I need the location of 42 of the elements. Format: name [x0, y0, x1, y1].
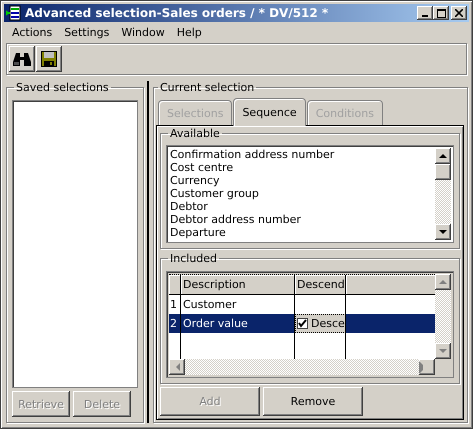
column-header[interactable]: Description [181, 275, 295, 295]
down-arrow-icon [439, 349, 447, 353]
list-item[interactable]: Debtor address number [170, 213, 435, 226]
group-title: Saved selections [15, 81, 110, 94]
saved-selections-list[interactable] [12, 100, 138, 388]
up-arrow-icon [439, 280, 447, 284]
search-button[interactable] [9, 46, 35, 72]
column-header[interactable]: Descend [295, 275, 346, 295]
checkbox-label: Desce [311, 317, 345, 330]
scroll-thumb[interactable] [435, 164, 451, 180]
save-button[interactable] [36, 46, 62, 72]
list-item[interactable]: Departure [170, 226, 435, 239]
group-title: Included [169, 252, 218, 265]
row-number: 2 [169, 314, 181, 333]
window-title: Advanced selection-Sales orders / * DV/512 * [25, 6, 330, 20]
list-item[interactable]: Debtor [170, 200, 435, 213]
close-icon [455, 9, 463, 17]
horizontal-scrollbar[interactable] [169, 359, 435, 375]
app-icon [6, 5, 22, 21]
checkbox[interactable] [297, 318, 308, 329]
down-arrow-icon [439, 230, 447, 234]
group-title: Available [169, 127, 221, 140]
binoculars-icon [13, 52, 31, 66]
menu-item[interactable]: Actions [6, 26, 58, 38]
minimize-button[interactable] [417, 6, 433, 20]
list-item[interactable]: Currency [170, 174, 435, 187]
tab[interactable]: Sequence [233, 98, 306, 126]
maximize-icon [436, 8, 446, 18]
vertical-scrollbar[interactable] [435, 148, 451, 240]
left-arrow-icon [176, 363, 180, 371]
group-title: Current selection [159, 81, 256, 94]
menu-item[interactable]: Window [115, 26, 171, 38]
menu-item[interactable]: Help [170, 26, 208, 38]
action-button[interactable]: Remove [263, 387, 363, 416]
menu-item[interactable]: Settings [58, 26, 116, 38]
vertical-scrollbar[interactable] [435, 274, 451, 359]
maximize-button[interactable] [433, 6, 449, 20]
list-item[interactable]: Confirmation address number [170, 148, 435, 161]
list-item[interactable]: Cost centre [170, 161, 435, 174]
up-arrow-icon [439, 154, 447, 158]
close-button[interactable] [451, 6, 467, 20]
list-item[interactable]: Customer group [170, 187, 435, 200]
